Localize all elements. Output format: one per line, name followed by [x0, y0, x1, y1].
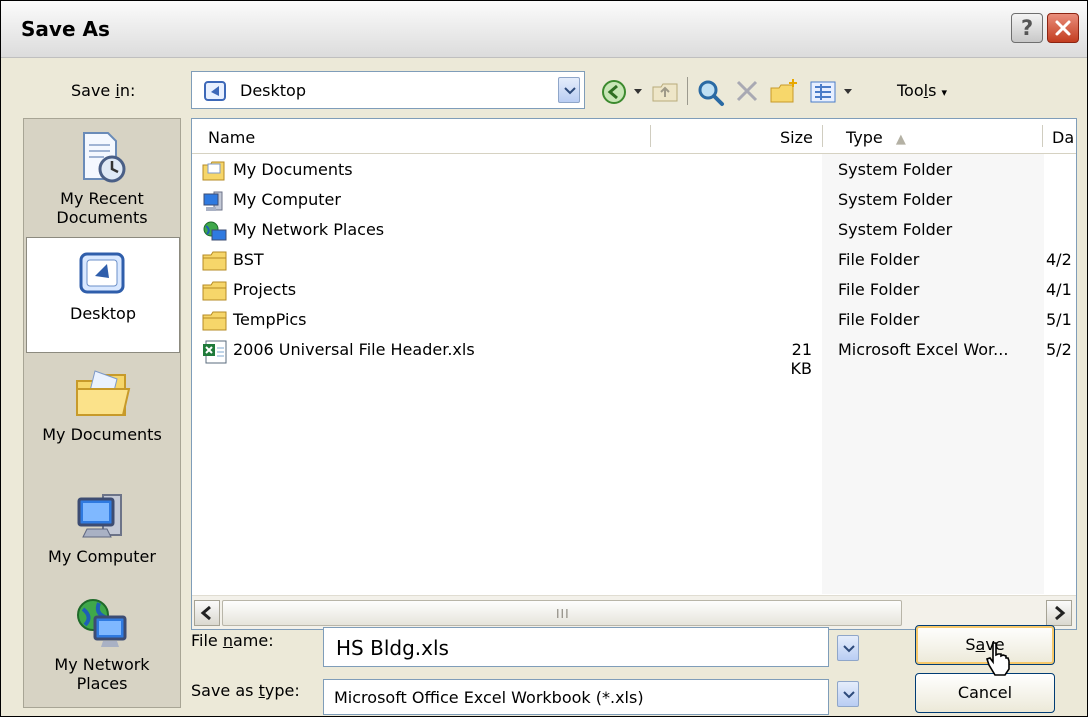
place-label: Places	[76, 674, 128, 693]
save-in-value: Desktop	[240, 81, 306, 100]
list-item[interactable]: My Computer System Folder	[192, 185, 1076, 215]
desktop-icon	[79, 252, 125, 294]
column-header-name[interactable]: Name	[208, 128, 255, 147]
save-as-type-label: Save as type:	[191, 681, 300, 700]
save-in-label: Save in:	[71, 81, 136, 100]
file-list[interactable]: Name Size Type ▲ Da My Documents System …	[191, 118, 1077, 630]
save-as-dialog: Save As ? Save in: Desktop Tools ▾ My Re…	[0, 0, 1088, 717]
column-header-row: Name Size Type ▲ Da	[192, 119, 1076, 154]
place-desktop[interactable]: Desktop	[26, 237, 180, 353]
save-as-type-dropdown-button[interactable]	[837, 681, 859, 707]
save-in-dropdown-button[interactable]	[558, 77, 580, 103]
my-computer-icon	[77, 494, 122, 538]
column-header-type[interactable]: Type ▲	[846, 128, 906, 147]
place-label: Desktop	[70, 304, 136, 323]
scroll-right-button[interactable]	[1046, 600, 1072, 626]
list-item[interactable]: BST File Folder 4/2	[192, 245, 1076, 275]
list-item[interactable]: My Documents System Folder	[192, 155, 1076, 185]
scroll-thumb[interactable]: III	[222, 600, 902, 626]
cancel-button[interactable]: Cancel	[915, 673, 1055, 713]
network-places-icon	[203, 221, 227, 241]
chevron-right-icon	[1055, 605, 1066, 621]
place-label: Documents	[56, 208, 148, 227]
file-name-input[interactable]: HS Bldg.xls	[323, 627, 829, 667]
my-documents-icon	[202, 161, 225, 181]
recent-documents-icon	[83, 132, 126, 183]
dropdown-arrow-icon[interactable]	[633, 88, 643, 96]
scroll-grip: III	[556, 607, 570, 621]
new-folder-icon[interactable]	[769, 79, 799, 105]
search-web-icon[interactable]	[697, 79, 725, 107]
folder-icon	[202, 281, 227, 301]
close-button[interactable]	[1047, 13, 1079, 43]
chevron-down-icon	[843, 691, 855, 699]
column-divider[interactable]	[822, 125, 823, 147]
file-name-label: File name:	[191, 631, 274, 650]
up-folder-icon[interactable]	[651, 79, 679, 105]
chevron-down-icon	[564, 87, 576, 95]
file-name-dropdown-button[interactable]	[837, 635, 859, 661]
views-icon[interactable]	[809, 79, 837, 105]
folder-icon	[202, 311, 227, 331]
chevron-down-icon	[843, 645, 855, 653]
tools-menu[interactable]: Tools ▾	[897, 81, 947, 100]
list-item[interactable]: TempPics File Folder 5/1	[192, 305, 1076, 335]
save-as-type-select[interactable]: Microsoft Office Excel Workbook (*.xls)	[323, 679, 829, 715]
place-my-network-places[interactable]: My Network Places	[24, 595, 180, 693]
toolbar-separator	[687, 77, 688, 105]
scroll-left-button[interactable]	[194, 600, 220, 626]
place-my-documents[interactable]: My Documents	[24, 367, 180, 444]
place-label: My Documents	[42, 425, 162, 444]
column-header-date[interactable]: Da	[1052, 128, 1074, 147]
dialog-title: Save As	[21, 17, 110, 41]
place-label: My Network	[54, 655, 150, 674]
my-computer-icon	[203, 191, 223, 211]
help-button[interactable]: ?	[1011, 13, 1043, 43]
place-label: My Recent	[60, 189, 144, 208]
my-documents-folder-icon	[76, 370, 131, 416]
column-header-size[interactable]: Size	[780, 128, 813, 147]
places-bar: My Recent Documents Desktop My Documents	[23, 118, 181, 708]
folder-icon	[202, 251, 227, 271]
save-in-combo[interactable]: Desktop	[191, 71, 585, 109]
column-divider[interactable]	[1042, 125, 1043, 147]
sort-ascending-icon: ▲	[895, 132, 906, 147]
list-item[interactable]: My Network Places System Folder	[192, 215, 1076, 245]
column-divider[interactable]	[650, 125, 651, 147]
network-places-icon	[77, 599, 127, 647]
place-label: My Computer	[48, 547, 156, 566]
desktop-small-icon	[204, 81, 226, 101]
dropdown-arrow-icon[interactable]	[843, 88, 853, 96]
back-icon[interactable]	[601, 79, 627, 105]
place-my-recent-documents[interactable]: My Recent Documents	[24, 129, 180, 227]
title-bar[interactable]: Save As ?	[1, 1, 1087, 58]
place-my-computer[interactable]: My Computer	[24, 489, 180, 566]
list-item[interactable]: 2006 Universal File Header.xls 21 KB Mic…	[192, 335, 1076, 378]
mouse-cursor-icon	[985, 642, 1010, 676]
delete-icon[interactable]	[735, 79, 759, 103]
help-icon: ?	[1021, 16, 1034, 40]
chevron-left-icon	[200, 605, 211, 621]
excel-file-icon	[203, 340, 227, 364]
close-icon	[1055, 20, 1071, 36]
list-item[interactable]: Projects File Folder 4/1	[192, 275, 1076, 305]
